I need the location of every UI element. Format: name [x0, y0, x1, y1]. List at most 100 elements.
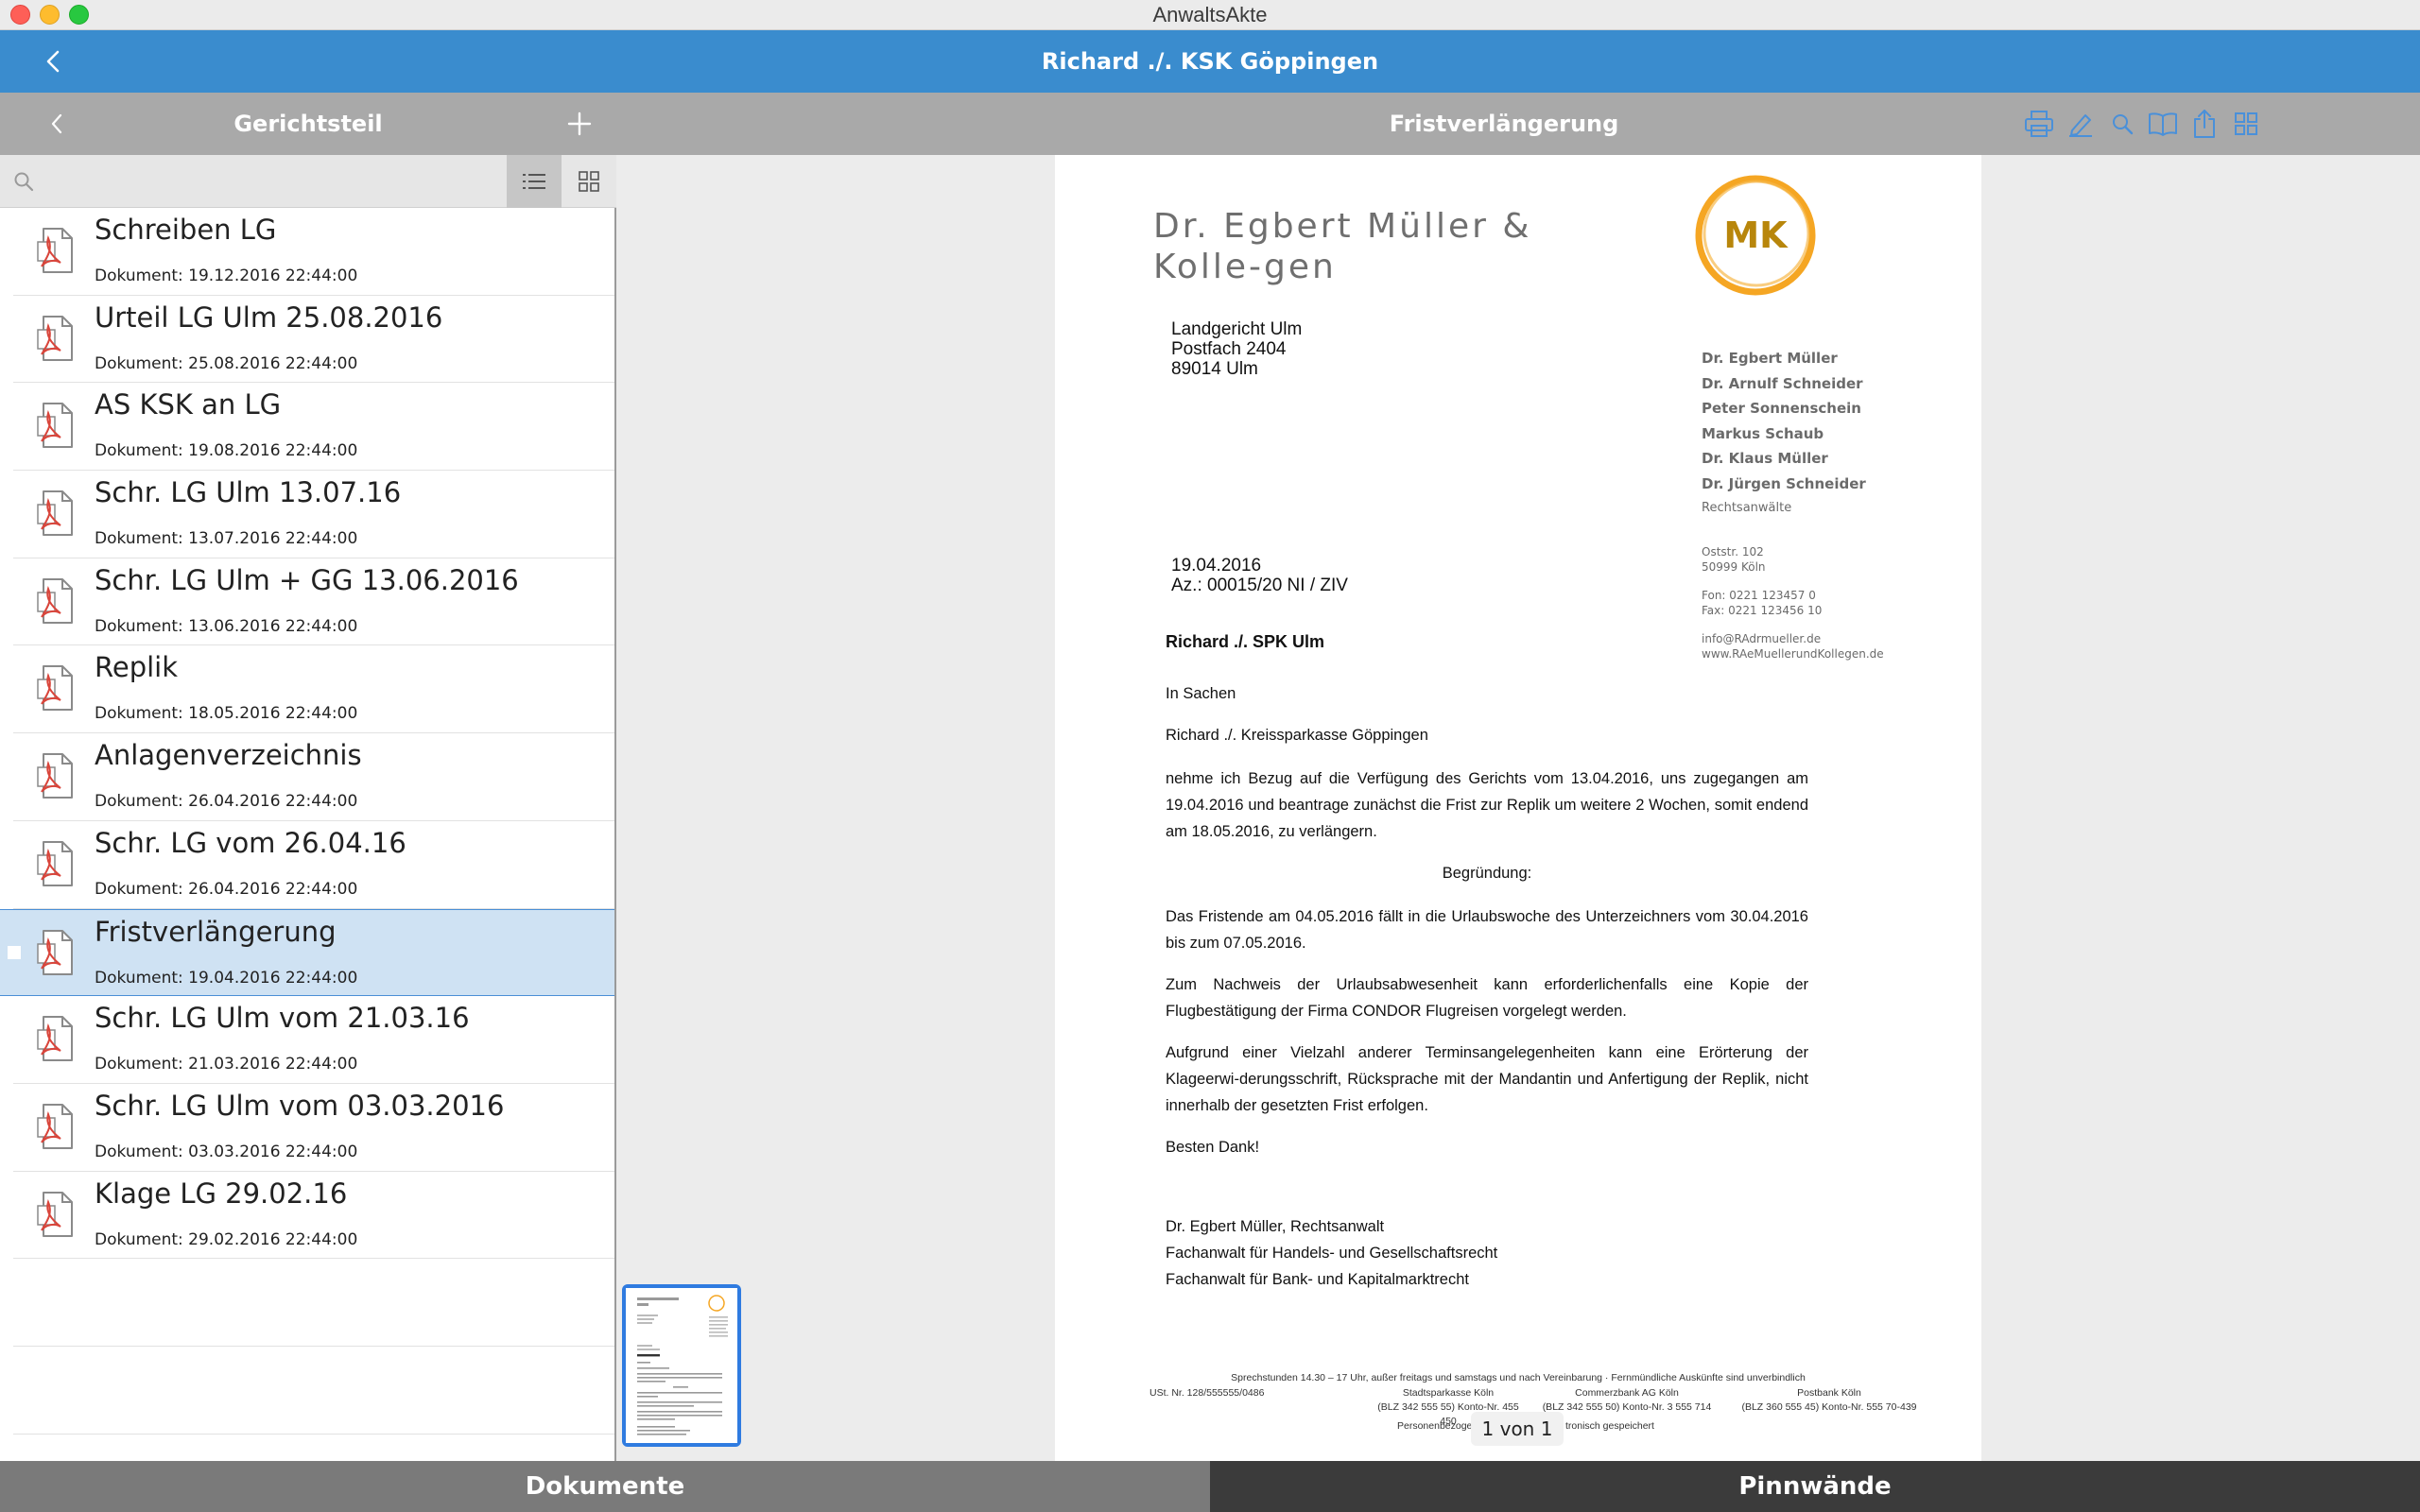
document-list-item[interactable]: Replik Dokument: 18.05.2016 22:44:00 [13, 645, 614, 734]
document-list-item[interactable]: Schr. LG Ulm + GG 13.06.2016 Dokument: 13… [13, 558, 614, 646]
case-header: Richard ./. KSK Göppingen [0, 30, 2420, 93]
partner-name: Dr. Jürgen Schneider [1702, 474, 1866, 492]
firm-website: www.RAeMuellerundKollegen.de [1702, 647, 1884, 661]
partner-name: Dr. Egbert Müller [1702, 350, 1838, 367]
grid-view-button[interactable] [562, 155, 616, 208]
list-icon [523, 174, 545, 189]
search-icon [14, 172, 34, 192]
logo-text: MK [1723, 215, 1789, 256]
document-list-item[interactable]: Klage LG 29.02.16 Dokument: 29.02.2016 22… [13, 1172, 614, 1260]
case-line: Richard ./. Kreissparkasse Göppingen [1166, 727, 1428, 744]
tab-documents[interactable]: Dokumente [0, 1461, 1210, 1512]
document-date: Dokument: 03.03.2016 22:44:00 [95, 1142, 358, 1161]
page-indicator: 1 von 1 [1471, 1412, 1564, 1446]
document-list-item[interactable]: Schr. LG Ulm vom 21.03.16 Dokument: 21.03… [13, 996, 614, 1084]
document-date: Dokument: 18.05.2016 22:44:00 [95, 704, 358, 724]
document-date: Dokument: 13.06.2016 22:44:00 [95, 616, 358, 636]
footer-privacy-left: Personenbezoge [1397, 1420, 1473, 1432]
list-view-button[interactable] [507, 155, 562, 208]
share-icon [2194, 110, 2215, 138]
document-list-item[interactable]: Schreiben LG Dokument: 19.12.2016 22:44:0… [13, 208, 614, 296]
tab-pinboards[interactable]: Pinnwände [1210, 1461, 2420, 1512]
pdf-file-icon [34, 315, 76, 364]
page-thumbnail[interactable] [622, 1284, 741, 1447]
pdf-file-icon [34, 752, 76, 801]
document-name: Schreiben LG [95, 214, 277, 246]
bank-details: (BLZ 360 555 45) Konto-Nr. 555 70-439 [1741, 1401, 1917, 1413]
document-name: Urteil LG Ulm 25.08.2016 [95, 301, 443, 334]
firm-contact: Oststr. 102 50999 Köln Fon: 0221 123457 … [1702, 544, 1884, 662]
sidebar-title: Gerichtsteil [233, 111, 383, 137]
case-title: Richard ./. KSK Göppingen [1041, 48, 1379, 75]
document-list: Schreiben LG Dokument: 19.12.2016 22:44:0… [0, 208, 616, 1461]
footer-hours: Sprechstunden 14.30 – 17 Uhr, außer frei… [1231, 1372, 1806, 1383]
pen-icon [2069, 114, 2092, 137]
letterhead-firm-name: Dr. Egbert Müller & Kolle-gen [1153, 207, 1532, 286]
partner-name: Dr. Klaus Müller [1702, 450, 1828, 467]
pdf-file-icon [34, 227, 76, 276]
partner-name: Dr. Arnulf Schneider [1702, 374, 1863, 392]
annotate-button[interactable] [2063, 106, 2099, 142]
signature-line: Fachanwalt für Handels- und Gesellschaft… [1166, 1245, 1498, 1262]
partner-name: Peter Sonnenschein [1702, 400, 1861, 417]
bank-2: Commerzbank AG Köln (BLZ 342 555 50) Kon… [1528, 1386, 1726, 1415]
partner-name: Markus Schaub [1702, 424, 1824, 442]
search-input[interactable] [42, 163, 495, 200]
search-document-button[interactable] [2104, 106, 2140, 142]
empty-list-row [13, 1347, 614, 1435]
sidebar-toolbar: Gerichtsteil [0, 93, 616, 155]
recipient-line: Postfach 2404 [1171, 339, 1287, 359]
share-button[interactable] [2187, 106, 2222, 142]
empty-list-row [13, 1259, 614, 1347]
document-date: Dokument: 29.02.2016 22:44:00 [95, 1229, 358, 1249]
bank-3: Postbank Köln (BLZ 360 555 45) Konto-Nr.… [1730, 1386, 1928, 1415]
document-name: AS KSK an LG [95, 388, 282, 421]
document-name: Schr. LG Ulm vom 03.03.2016 [95, 1089, 505, 1122]
pdf-file-icon [34, 929, 76, 978]
pdf-file-icon [34, 1015, 76, 1064]
document-date: Dokument: 25.08.2016 22:44:00 [95, 353, 358, 373]
thumbnails-button[interactable] [2228, 106, 2264, 142]
letter-date: 19.04.2016 [1171, 556, 1262, 576]
document-name: Replik [95, 651, 179, 684]
recipient-line: 89014 Ulm [1171, 359, 1258, 379]
document-name: Anlagenverzeichnis [95, 739, 362, 772]
footer-privacy-right: tronisch gespeichert [1565, 1420, 1654, 1432]
paragraph-reason-1: Das Fristende am 04.05.2016 fällt in die… [1166, 908, 1808, 952]
document-viewer[interactable]: Dr. Egbert Müller & Kolle-gen MK Landger… [616, 155, 2420, 1461]
bank-name: Stadtsparkasse Köln [1402, 1387, 1495, 1399]
paragraph-reason-3: Aufgrund einer Vielzahl anderer Terminsa… [1166, 1044, 1808, 1114]
letter-subject: Richard ./. SPK Ulm [1166, 632, 1325, 651]
letter-reference: Az.: 00015/20 NI / ZIV [1171, 576, 1348, 595]
document-date: Dokument: 21.03.2016 22:44:00 [95, 1055, 358, 1074]
search-icon [2113, 114, 2134, 135]
bookmarks-button[interactable] [2145, 106, 2181, 142]
document-name: Schr. LG Ulm 13.07.16 [95, 476, 402, 509]
search-bar [0, 155, 616, 208]
document-list-item[interactable]: Schr. LG vom 26.04.16 Dokument: 26.04.201… [13, 821, 614, 909]
thumbnail-preview [626, 1288, 737, 1443]
paragraph-request: nehme ich Bezug auf die Verfügung des Ge… [1166, 770, 1808, 840]
plus-icon [567, 112, 592, 136]
firm-logo: MK [1695, 175, 1816, 296]
document-date: Dokument: 26.04.2016 22:44:00 [95, 879, 358, 899]
window-titlebar: AnwaltsAkte [0, 0, 2420, 30]
pdf-file-icon [34, 577, 76, 627]
document-list-item[interactable]: Schr. LG Ulm 13.07.16 Dokument: 13.07.201… [13, 471, 614, 558]
pdf-page[interactable]: Dr. Egbert Müller & Kolle-gen MK Landger… [1055, 155, 1981, 1461]
partners-role: Rechtsanwälte [1702, 501, 1792, 515]
printer-icon [2025, 111, 2053, 137]
document-list-item[interactable]: Fristverlängerung Dokument: 19.04.2016 22… [0, 908, 614, 997]
pdf-file-icon [34, 1103, 76, 1152]
pdf-file-icon [34, 490, 76, 539]
recipient-line: Landgericht Ulm [1171, 319, 1303, 339]
signature-line: Dr. Egbert Müller, Rechtsanwalt [1166, 1218, 1385, 1235]
add-document-button[interactable] [563, 108, 596, 140]
document-list-item[interactable]: AS KSK an LG Dokument: 19.08.2016 22:44:0… [13, 383, 614, 472]
print-button[interactable] [2021, 106, 2057, 142]
document-list-item[interactable]: Anlagenverzeichnis Dokument: 26.04.2016 2… [13, 733, 614, 821]
document-list-item[interactable]: Schr. LG Ulm vom 03.03.2016 Dokument: 03.… [13, 1084, 614, 1172]
in-sachen: In Sachen [1166, 685, 1236, 702]
document-date: Dokument: 19.12.2016 22:44:00 [95, 266, 358, 285]
document-list-item[interactable]: Urteil LG Ulm 25.08.2016 Dokument: 25.08.… [13, 296, 614, 384]
